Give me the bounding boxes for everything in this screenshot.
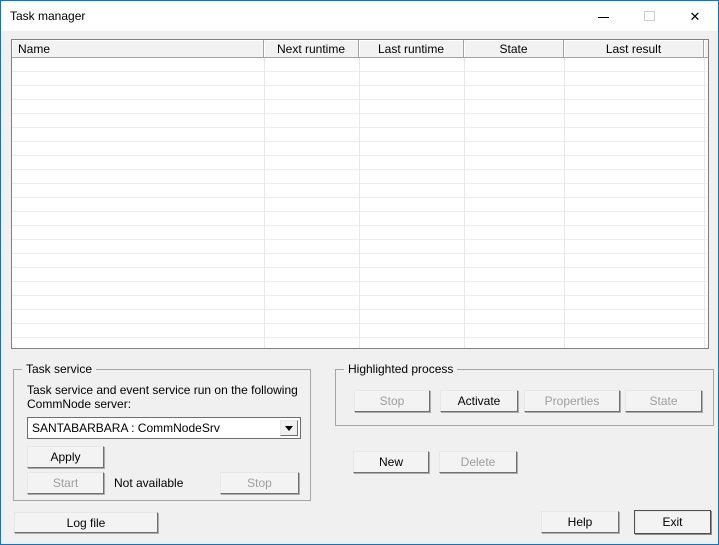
commnode-server-select[interactable]: SANTABARBARA : CommNodeSrv [27, 417, 301, 439]
maximize-icon [644, 11, 655, 21]
help-button[interactable]: Help [541, 511, 619, 533]
highlighted-process-group: Highlighted process Stop Activate Proper… [335, 369, 714, 426]
service-stop-button[interactable]: Stop [220, 472, 299, 494]
combo-dropdown-button[interactable] [280, 420, 298, 436]
close-icon: ✕ [690, 10, 701, 23]
column-header-name[interactable]: Name [12, 40, 264, 58]
grid-line [359, 58, 360, 348]
process-stop-button[interactable]: Stop [354, 390, 430, 412]
properties-button[interactable]: Properties [524, 390, 620, 412]
maximize-button[interactable] [626, 1, 672, 31]
task-service-group-title: Task service [22, 362, 96, 376]
state-button[interactable]: State [625, 390, 702, 412]
log-file-button[interactable]: Log file [14, 512, 158, 533]
minimize-button[interactable] [580, 1, 626, 31]
apply-button[interactable]: Apply [27, 446, 104, 468]
task-list-body[interactable] [12, 58, 708, 348]
activate-button[interactable]: Activate [440, 390, 518, 412]
column-header-filler [704, 40, 708, 58]
grid-line [264, 58, 265, 348]
service-status-text: Not available [114, 476, 183, 490]
server-description-line2: CommNode server: [27, 397, 305, 411]
window-title: Task manager [10, 9, 85, 23]
chevron-down-icon [285, 426, 293, 431]
task-manager-window: Task manager ✕ Name Next runtime Last ru… [0, 0, 719, 545]
column-header-last-result[interactable]: Last result [564, 40, 704, 58]
task-list[interactable]: Name Next runtime Last runtime State Las… [11, 39, 709, 349]
exit-button[interactable]: Exit [634, 510, 711, 534]
server-description-line1: Task service and event service run on th… [27, 383, 305, 397]
minimize-icon [598, 17, 609, 18]
highlighted-process-group-title: Highlighted process [344, 362, 457, 376]
close-button[interactable]: ✕ [672, 1, 718, 31]
column-header-last-runtime[interactable]: Last runtime [359, 40, 464, 58]
task-service-group: Task service Task service and event serv… [13, 369, 311, 501]
commnode-server-value: SANTABARBARA : CommNodeSrv [32, 421, 220, 435]
task-list-header: Name Next runtime Last runtime State Las… [12, 40, 708, 58]
start-button[interactable]: Start [27, 472, 104, 494]
grid-line [564, 58, 565, 348]
new-button[interactable]: New [353, 451, 429, 473]
column-header-state[interactable]: State [464, 40, 564, 58]
titlebar: Task manager ✕ [1, 1, 718, 31]
delete-button[interactable]: Delete [439, 451, 517, 473]
column-header-next-runtime[interactable]: Next runtime [264, 40, 359, 58]
grid-line [464, 58, 465, 348]
grid-line [704, 58, 705, 348]
server-description: Task service and event service run on th… [27, 383, 305, 411]
